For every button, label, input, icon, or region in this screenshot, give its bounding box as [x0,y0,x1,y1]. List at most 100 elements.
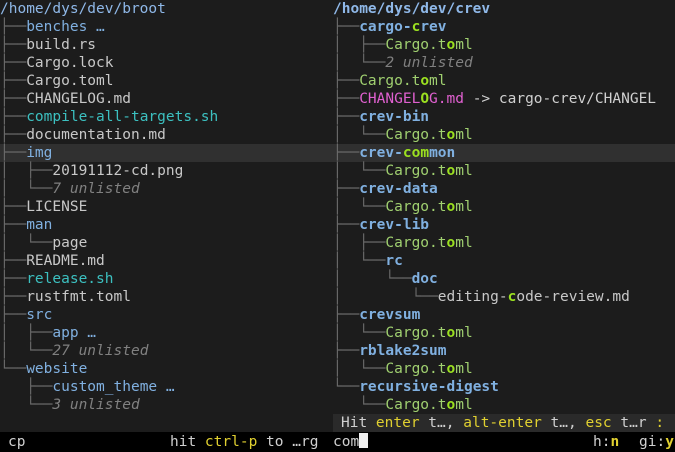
entry-name-part: ml [455,361,473,377]
right-tree-row[interactable]: ├──Cargo.toml [333,72,675,90]
left-tree-row[interactable]: ├──man [0,216,333,234]
right-tree-row[interactable]: │ └──doc [333,270,675,288]
entry-name-part: ml [455,397,473,413]
match-highlight: o [446,127,456,143]
left-tree-row[interactable]: ├──LICENSE [0,198,333,216]
help-key: enter [375,415,420,431]
right-tree-row[interactable]: ├──cargo-crev [333,18,675,36]
left-tree-row[interactable]: ├──CHANGELOG.md [0,90,333,108]
left-tree-row[interactable]: ├──custom_theme … [0,378,333,396]
tree-branch: └── [333,397,386,413]
entry-name-part: crev-lib [359,217,430,233]
left-tree-row[interactable]: └──website [0,360,333,378]
entry-name-part: Cargo.t [385,361,447,377]
entry-name: img [26,145,53,161]
right-tree-row[interactable]: └──recursive-digest [333,378,675,396]
tree-branch: ├── [0,253,27,269]
left-tree-row[interactable]: ├──documentation.md [0,126,333,144]
search-input[interactable]: com [333,432,369,452]
flag-gi-value: y [665,434,674,450]
match-highlight: o [446,397,456,413]
right-tree-row[interactable]: ├──crev-lib [333,216,675,234]
right-tree-row[interactable]: │ └──2 unlisted [333,54,675,72]
left-tree-row[interactable]: │ ├──app … [0,324,333,342]
left-tree-row[interactable]: │ └──27 unlisted [0,342,333,360]
right-tree-row[interactable]: │ └──Cargo.toml [333,324,675,342]
tree-branch: │ └── [333,271,412,287]
right-tree-row[interactable]: │ └──editing-code-review.md [333,288,675,306]
entry-name-part: rblake2sum [359,343,447,359]
tree-branch: ├── [0,55,27,71]
left-tree-row[interactable]: ├──build.rs [0,36,333,54]
left-tree-row[interactable]: ├──compile-all-targets.sh [0,108,333,126]
entry-name: release.sh [26,271,114,287]
right-tree-row[interactable]: ├──crev-common [333,144,675,162]
right-tree-row[interactable]: ├──crev-data [333,180,675,198]
tree-branch: │ ├── [333,37,386,53]
tree-branch: ├── [0,289,27,305]
right-panel[interactable]: /home/dys/dev/crev ├──cargo-crev │ ├──Car… [333,0,675,414]
match-highlight: o [446,235,456,251]
entry-name-part: recursive-digest [359,379,499,395]
entry-name: README.md [26,253,105,269]
tree-branch: ├── [333,91,360,107]
tree-branch: ├── [333,19,360,35]
left-tree-row[interactable]: │ ├──20191112-cd.png [0,162,333,180]
tree-branch: └── [333,379,360,395]
hint-text: hit ctrl-p to …rg [170,432,318,452]
left-tree-row[interactable]: ├──Cargo.lock [0,54,333,72]
right-tree-row[interactable]: │ └──Cargo.toml [333,126,675,144]
right-tree-row[interactable]: ├──CHANGELOG.md -> cargo-crev/CHANGEL [333,90,675,108]
entry-name-part: ml [455,37,473,53]
tree-branch: ├── [0,127,27,143]
tree-branch: ├── [333,343,360,359]
right-tree-row[interactable]: └──Cargo.toml [333,396,675,414]
left-panel[interactable]: /home/dys/dev/broot ├──benches … ├──build… [0,0,333,414]
entry-name-part: mon [429,145,456,161]
left-tree-row[interactable]: └──3 unlisted [0,396,333,414]
tree-branch: ├── [0,379,53,395]
entry-name-part: 2 unlisted [385,55,473,71]
entry-name: 20191112-cd.png [52,163,184,179]
left-tree-row[interactable]: ├──rustfmt.toml [0,288,333,306]
right-tree-row[interactable]: ├──crev-bin [333,108,675,126]
right-tree-row[interactable]: ├──crevsum [333,306,675,324]
right-tree-row[interactable]: │ ├──Cargo.toml [333,36,675,54]
tree-branch: │ └── [333,163,386,179]
tree-branch: ├── [0,217,27,233]
right-tree-row[interactable]: │ ├──Cargo.toml [333,234,675,252]
left-tree-row[interactable]: ├──release.sh [0,270,333,288]
entry-name: build.rs [26,37,97,53]
entry-name: LICENSE [26,199,88,215]
entry-name-part: crev-bin [359,109,430,125]
left-tree-row[interactable]: ├──Cargo.toml [0,72,333,90]
left-tree-row[interactable]: ├──benches … [0,18,333,36]
left-tree-row[interactable]: ├──src [0,306,333,324]
entry-name-part: crev-data [359,181,438,197]
right-tree-row[interactable]: │ └──Cargo.toml [333,198,675,216]
match-highlight: o [446,37,456,53]
right-tree-row[interactable]: │ └──Cargo.toml [333,360,675,378]
tree-branch: │ ├── [0,325,53,341]
left-tree-row[interactable]: ├──img [0,144,333,162]
left-tree-row[interactable]: │ └──page [0,234,333,252]
right-tree-row[interactable]: │ └──Cargo.toml [333,162,675,180]
left-tree-row[interactable]: ├──README.md [0,252,333,270]
help-word: t…, [419,415,464,431]
help-key: : [655,415,665,431]
tree-branch: ├── [0,37,27,53]
entry-name-part: doc [411,271,438,287]
entry-name-part: editing- [437,289,508,305]
entry-name: 3 unlisted [52,397,140,413]
entry-name-part: ml [455,199,473,215]
left-panel-input[interactable]: cp [8,432,25,452]
right-root-path[interactable]: /home/dys/dev/crev [333,0,675,18]
left-tree-row[interactable]: │ └──7 unlisted [0,180,333,198]
left-root-path[interactable]: /home/dys/dev/broot [0,0,333,18]
tree-branch: │ └── [0,235,53,251]
right-tree-row[interactable]: │ └──rc [333,252,675,270]
tree-branch: ├── [333,73,360,89]
entry-name-part: Cargo.t [385,37,447,53]
right-tree-row[interactable]: ├──rblake2sum [333,342,675,360]
help-word: Hit [341,415,376,431]
